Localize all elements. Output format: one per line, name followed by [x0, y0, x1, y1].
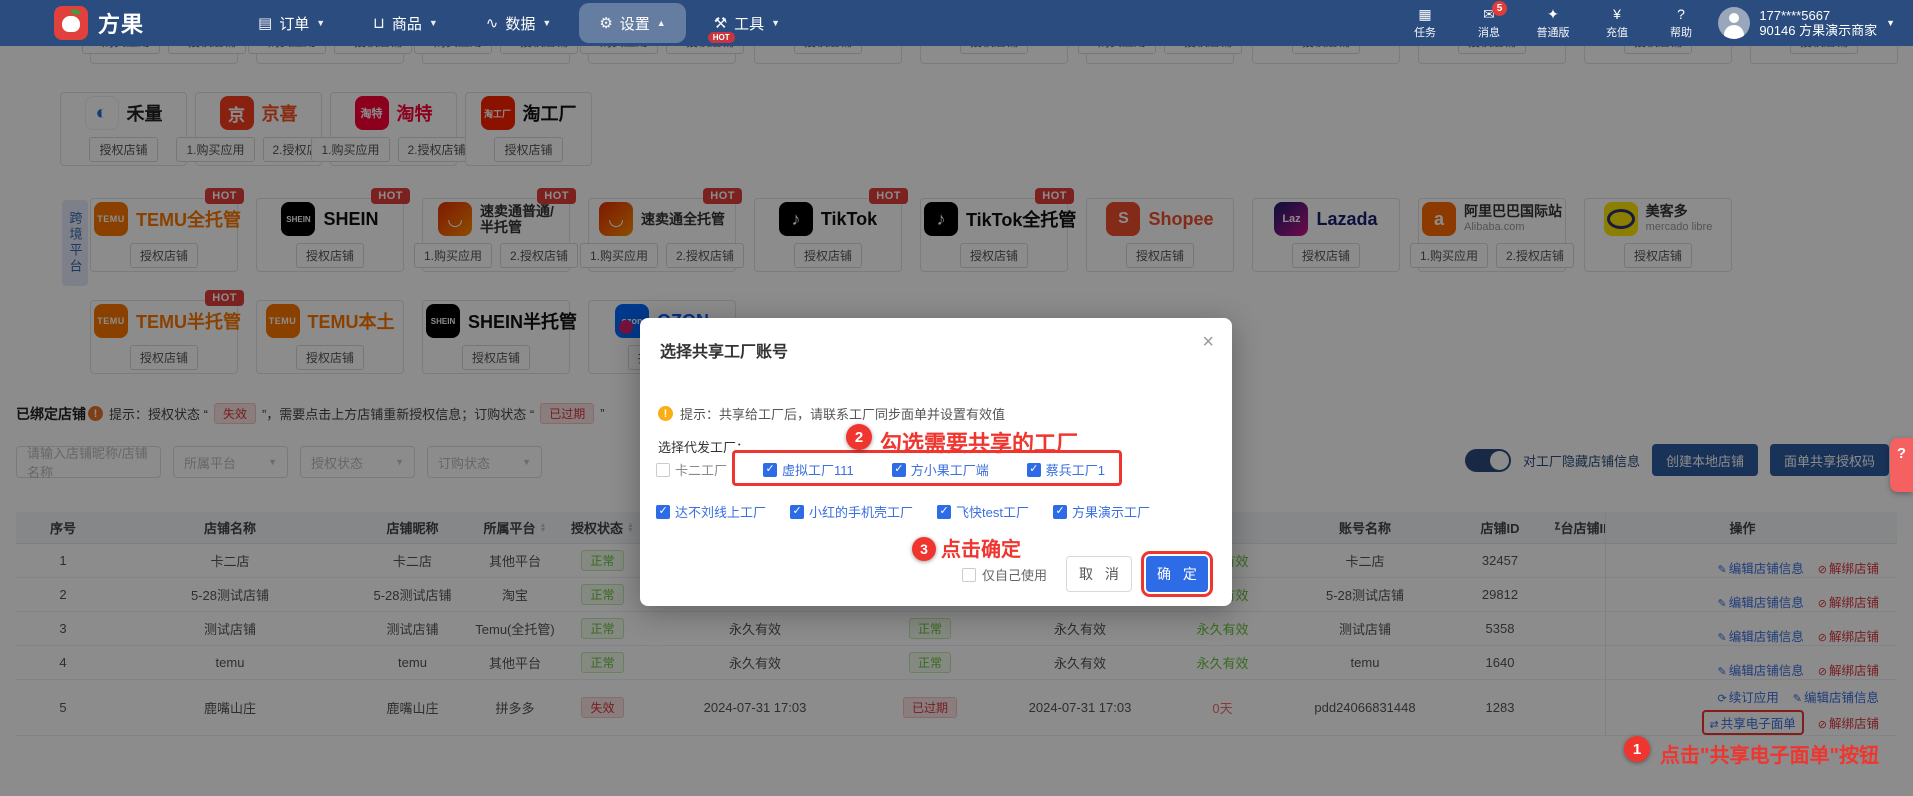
nav-tasks-label: 任务 — [1414, 27, 1436, 39]
nav-menu-label: 工具 — [734, 15, 765, 33]
top-navbar: 方果 ▤ 订单 ▼ ⊔ 商品 ▼ ∿ 数据 ▼ ⚙ 设置 ▲ ⚒ 工具 ▼ HOT ▦ 任务 ✉ 消息 5 ✦ 普通版 ¥ 充… — [0, 0, 1913, 46]
nav-menu-order[interactable]: ▤ 订单 ▼ — [238, 3, 345, 43]
tools-icon: ⚒ — [713, 15, 728, 32]
modal-tip-text: 提示：共享给工厂后，请联系工厂同步面单并设置有效值 — [680, 407, 1006, 422]
checkbox-icon[interactable] — [962, 567, 976, 582]
factory-checkbox-飞快test工厂[interactable]: 飞快test工厂 — [937, 502, 1029, 521]
settings-icon: ⚙ — [599, 15, 613, 32]
nav-right-items: ▦ 任务 ✉ 消息 5 ✦ 普通版 ¥ 充值? 帮助 — [1403, 0, 1703, 46]
nav-menu-settings[interactable]: ⚙ 设置 ▲ — [579, 3, 686, 43]
factory-label: 方小果工厂端 — [910, 463, 989, 478]
brand-logo-apple-icon — [54, 6, 88, 40]
factory-label: 卡二工厂 — [675, 463, 728, 478]
checkbox-icon[interactable] — [656, 462, 670, 477]
factory-checkbox-row-1: 卡二工厂 虚拟工厂111 方小果工厂端 蔡兵工厂1 — [656, 460, 1117, 479]
avatar — [1718, 7, 1751, 39]
annotation-step-2-text: 勾选需要共享的工厂 — [880, 431, 1079, 456]
nav-messages[interactable]: ✉ 消息 5 — [1467, 1, 1511, 40]
user-account: 90146 方果演示商家 — [1759, 23, 1878, 38]
factory-label: 小红的手机壳工厂 — [809, 505, 914, 520]
annotation-step-1-text: 点击"共享电子面单"按钮 — [1660, 745, 1879, 767]
checkbox-icon[interactable] — [937, 504, 952, 519]
modal-title: 选择共享工厂账号 — [660, 344, 789, 361]
data-icon: ∿ — [485, 15, 499, 32]
chevron-up-icon: ▲ — [656, 18, 666, 28]
nav-menu-label: 数据 — [505, 15, 536, 33]
notification-badge: 5 — [1492, 1, 1507, 16]
factory-checkbox-达不刘线上工厂[interactable]: 达不刘线上工厂 — [656, 502, 766, 521]
cancel-button[interactable]: 取 消 — [1066, 556, 1132, 592]
nav-messages-label: 消息 — [1478, 27, 1500, 39]
factory-checkbox-小红的手机壳工厂[interactable]: 小红的手机壳工厂 — [790, 502, 913, 521]
factory-checkbox-蔡兵工厂1[interactable]: 蔡兵工厂1 — [1026, 460, 1106, 479]
factory-label: 虚拟工厂111 — [782, 463, 854, 478]
user-phone: 177****5667 — [1759, 8, 1831, 23]
chevron-down-icon: ▼ — [771, 18, 781, 28]
nav-menu-data[interactable]: ∿ 数据 ▼ — [466, 3, 572, 43]
nav-help[interactable]: ? 帮助 — [1659, 6, 1703, 40]
factory-label: 达不刘线上工厂 — [675, 505, 767, 520]
factory-checkbox-row-2: 达不刘线上工厂 小红的手机壳工厂 飞快test工厂 方果演示工厂 — [656, 502, 1150, 521]
modal-tip: ! 提示：共享给工厂后，请联系工厂同步面单并设置有效值 — [658, 404, 1005, 423]
nav-menus: ▤ 订单 ▼ ⊔ 商品 ▼ ∿ 数据 ▼ ⚙ 设置 ▲ ⚒ 工具 ▼ HOT — [234, 0, 804, 46]
help-icon: ? — [1677, 6, 1685, 22]
annotation-step-3-circle: 3 — [912, 537, 936, 561]
nav-tasks[interactable]: ▦ 任务 — [1403, 6, 1447, 40]
self-use-label: 仅自己使用 — [982, 568, 1048, 583]
chevron-down-icon: ▼ — [1886, 18, 1895, 28]
nav-recharge-label: 充值 — [1606, 27, 1628, 39]
factory-checkbox-方果演示工厂[interactable]: 方果演示工厂 — [1053, 502, 1150, 521]
nav-menu-label: 商品 — [391, 15, 422, 33]
nav-menu-tools[interactable]: ⚒ 工具 ▼ HOT — [694, 3, 800, 43]
brand-name: 方果 — [98, 12, 145, 37]
nav-recharge[interactable]: ¥ 充值 — [1595, 6, 1639, 40]
help-float-button[interactable]: ? — [1890, 438, 1913, 492]
version-icon: ✦ — [1547, 6, 1559, 22]
nav-menu-goods[interactable]: ⊔ 商品 ▼ — [353, 3, 458, 43]
factory-label: 蔡兵工厂1 — [1045, 463, 1106, 478]
confirm-button[interactable]: 确 定 — [1141, 551, 1213, 597]
checkbox-icon[interactable] — [891, 462, 906, 477]
annotation-step-1-circle: 1 — [1624, 736, 1650, 762]
factory-checkbox-方小果工厂端[interactable]: 方小果工厂端 — [891, 460, 989, 479]
chevron-down-icon: ▼ — [542, 18, 552, 28]
tasks-icon: ▦ — [1418, 6, 1432, 22]
checkbox-icon[interactable] — [1026, 462, 1041, 477]
checkbox-icon[interactable] — [1053, 504, 1067, 519]
hot-badge: HOT — [707, 32, 735, 43]
share-factory-modal: 选择共享工厂账号 × ! 提示：共享给工厂后，请联系工厂同步面单并设置有效值 选… — [640, 318, 1232, 606]
brand[interactable]: 方果 — [54, 6, 144, 40]
factory-label: 飞快test工厂 — [956, 505, 1029, 520]
close-icon[interactable]: × — [1202, 331, 1214, 354]
nav-help-label: 帮助 — [1670, 27, 1692, 39]
nav-version-label: 普通版 — [1536, 27, 1570, 39]
checkbox-icon[interactable] — [790, 504, 805, 519]
nav-version[interactable]: ✦ 普通版 — [1531, 6, 1575, 40]
annotation-step-2-circle: 2 — [846, 424, 872, 450]
user-menu[interactable]: 177****5667 90146 方果演示商家 ▼ — [1718, 0, 1895, 46]
checkbox-icon[interactable] — [656, 504, 670, 519]
goods-icon: ⊔ — [373, 15, 385, 32]
recharge-icon: ¥ — [1613, 6, 1621, 22]
factory-checkbox-卡二工厂[interactable]: 卡二工厂 — [656, 460, 727, 479]
factory-checkbox-虚拟工厂111[interactable]: 虚拟工厂111 — [763, 460, 854, 479]
order-icon: ▤ — [258, 15, 273, 32]
annotation-step-3-text: 点击确定 — [941, 539, 1021, 561]
factory-label: 方果演示工厂 — [1072, 505, 1151, 520]
nav-menu-label: 订单 — [279, 15, 310, 33]
nav-menu-label: 设置 — [619, 15, 650, 33]
checkbox-icon[interactable] — [763, 462, 778, 477]
warning-icon: ! — [658, 406, 673, 421]
chevron-down-icon: ▼ — [316, 18, 326, 28]
app-root: 1.购买应用2.授权店铺1.购买应用2.授权店铺1.购买应用2.授权店铺1.购买… — [0, 0, 1913, 796]
self-use-checkbox[interactable]: 仅自己使用 — [962, 565, 1047, 584]
select-factory-label: 选择代发工厂： — [658, 440, 750, 455]
chevron-down-icon: ▼ — [428, 18, 438, 28]
